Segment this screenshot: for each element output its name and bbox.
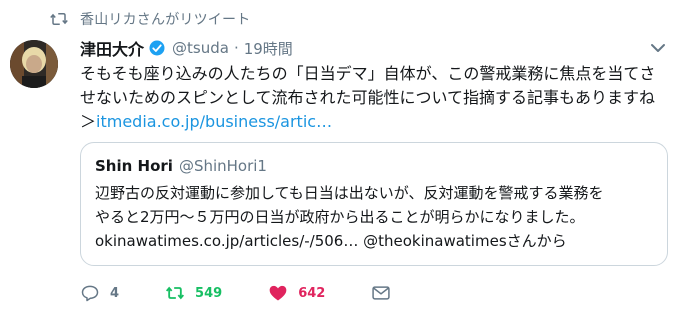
- tweet-body: そもそも座り込みの人たちの「日当デマ」自体が、この警戒業務に焦点を当てさ せない…: [80, 62, 670, 134]
- reply-count: 4: [110, 285, 120, 301]
- chevron-down-icon[interactable]: [650, 42, 666, 54]
- verified-badge-icon: [149, 40, 165, 56]
- quoted-text-line: 辺野古の反対運動に参加しても日当は出ないが、反対運動を警戒する業務を: [95, 184, 604, 202]
- mail-icon: [372, 286, 390, 300]
- quoted-tweet[interactable]: Shin Hori @ShinHori1 辺野古の反対運動に参加しても日当は出な…: [80, 142, 668, 266]
- quoted-tweet-header: Shin Hori @ShinHori1: [95, 155, 653, 177]
- reply-button[interactable]: 4: [80, 283, 119, 303]
- quoted-author-handle: @ShinHori1: [178, 157, 267, 175]
- retweeted-by-label: 香山リカさんがリツイート: [80, 12, 251, 28]
- tweet-timestamp[interactable]: 19時間: [244, 38, 293, 59]
- author-display-name[interactable]: 津田大介: [80, 36, 144, 60]
- tweet-text-line: せないためのスピンとして流布された可能性について指摘する記事もありますね: [80, 88, 656, 107]
- direct-message-button[interactable]: [371, 283, 401, 303]
- like-count: 642: [298, 285, 326, 301]
- tweet-text-line: そもそも座り込みの人たちの「日当デマ」自体が、この警戒業務に焦点を当てさ: [80, 64, 656, 83]
- retweet-icon: [50, 13, 68, 25]
- author-handle[interactable]: @tsuda: [172, 39, 229, 57]
- retweet-button[interactable]: 549: [165, 283, 222, 303]
- retweet-icon: [166, 286, 185, 300]
- tweet-actions: 4 549 642: [80, 280, 401, 306]
- retweet-context[interactable]: 香山リカさんがリツイート: [50, 9, 250, 29]
- heart-icon: [269, 285, 287, 301]
- avatar-photo: [10, 40, 58, 88]
- header-separator: ·: [233, 39, 239, 57]
- link-prefix: ＞: [80, 112, 97, 131]
- author-avatar[interactable]: [10, 40, 58, 88]
- tweet-link[interactable]: itmedia.co.jp/business/artic…: [96, 112, 332, 131]
- retweet-count: 549: [195, 285, 223, 301]
- quoted-text-line: okinawatimes.co.jp/articles/-/506… @theo…: [95, 232, 567, 250]
- quoted-text-line: やると2万円～５万円の日当が政府から出ることが明らかになりました。: [95, 208, 585, 226]
- reply-icon: [81, 285, 99, 302]
- tweet-link-line: ＞itmedia.co.jp/business/artic…: [80, 110, 670, 134]
- quoted-tweet-body: 辺野古の反対運動に参加しても日当は出ないが、反対運動を警戒する業務を やると2万…: [95, 181, 653, 253]
- like-button[interactable]: 642: [268, 283, 325, 303]
- quoted-author-name: Shin Hori: [95, 157, 173, 175]
- tweet-header: 津田大介 @tsuda · 19時間: [80, 36, 293, 60]
